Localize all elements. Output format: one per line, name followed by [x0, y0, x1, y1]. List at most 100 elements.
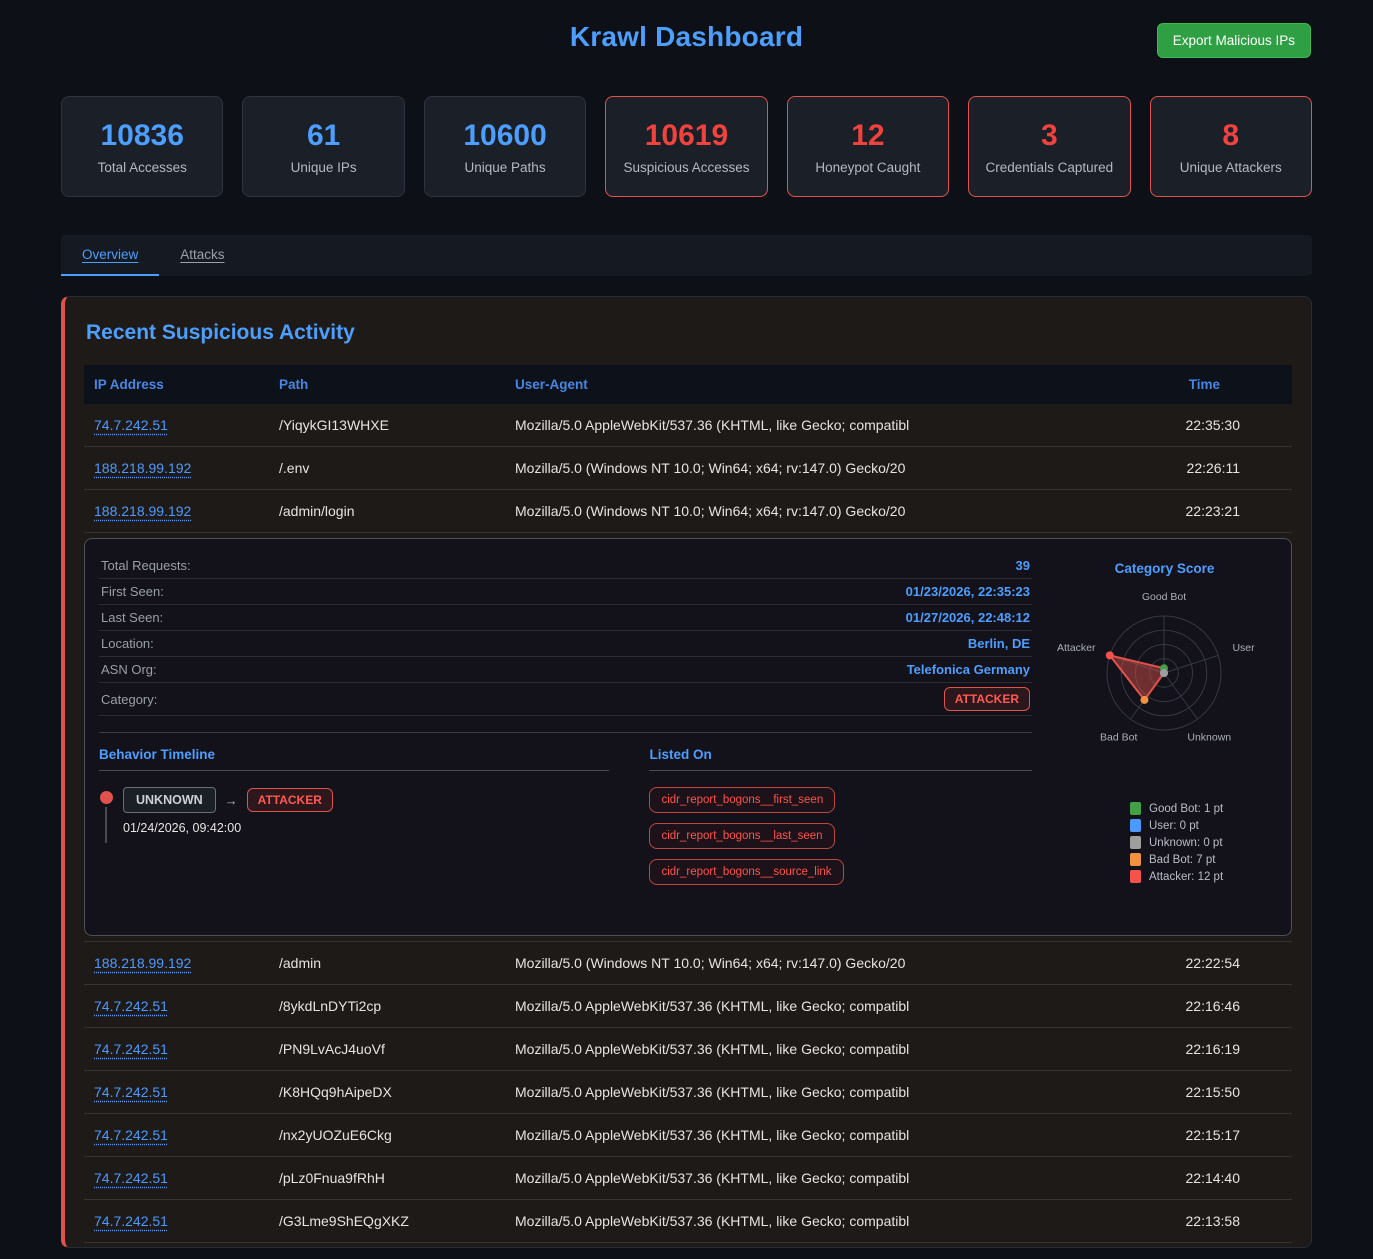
user-agent-cell: Mozilla/5.0 AppleWebKit/537.36 (KHTML, l…	[505, 1028, 1142, 1070]
legend-swatch-icon	[1130, 836, 1141, 849]
timeline-to-badge: ATTACKER	[247, 788, 333, 812]
ip-address-link[interactable]: 74.7.242.51	[94, 1213, 168, 1229]
detail-field-row: Total Requests: 39	[99, 553, 1032, 579]
ip-address-link[interactable]: 188.218.99.192	[94, 503, 191, 519]
legend-label: Unknown: 0 pt	[1149, 837, 1223, 849]
ip-address-link[interactable]: 74.7.242.51	[94, 998, 168, 1014]
time-cell: 22:23:21	[1142, 490, 1292, 532]
ip-address-link[interactable]: 74.7.242.51	[94, 417, 168, 433]
listed-on-badge[interactable]: cidr_report_bogons__first_seen	[649, 787, 835, 813]
detail-field-label: Last Seen:	[101, 610, 163, 625]
path-cell: /pLz0Fnua9fRhH	[269, 1157, 505, 1199]
path-cell: /admin	[269, 942, 505, 984]
listed-on-badge[interactable]: cidr_report_bogons__source_link	[649, 859, 843, 885]
divider	[649, 770, 1032, 771]
table-row[interactable]: 74.7.242.51 /pLz0Fnua9fRhH Mozilla/5.0 A…	[84, 1157, 1292, 1200]
timeline-from-badge: UNKNOWN	[123, 787, 216, 813]
legend-swatch-icon	[1130, 802, 1141, 815]
stats-row: 10836 Total Accesses 61 Unique IPs 10600…	[61, 96, 1312, 197]
user-agent-cell: Mozilla/5.0 AppleWebKit/537.36 (KHTML, l…	[505, 1071, 1142, 1113]
table-row[interactable]: 74.7.242.51 /nx2yUOZuE6Ckg Mozilla/5.0 A…	[84, 1114, 1292, 1157]
time-cell: 22:16:46	[1142, 985, 1292, 1027]
detail-field-label: ASN Org:	[101, 662, 157, 677]
ip-address-link[interactable]: 74.7.242.51	[94, 1127, 168, 1143]
detail-field-row: First Seen: 01/23/2026, 22:35:23	[99, 579, 1032, 605]
category-badge: ATTACKER	[944, 687, 1030, 711]
table-row[interactable]: 74.7.242.51 /K8HQq9hAipeDX Mozilla/5.0 A…	[84, 1071, 1292, 1114]
table-row[interactable]: 74.7.242.51 /PN9LvAcJ4uoVf Mozilla/5.0 A…	[84, 1028, 1292, 1071]
detail-field-label: Location:	[101, 636, 154, 651]
column-header-1: Path	[269, 365, 505, 404]
legend-label: Bad Bot: 7 pt	[1149, 854, 1216, 866]
table-row[interactable]: 74.7.242.51 /8ykdLnDYTi2cp Mozilla/5.0 A…	[84, 985, 1292, 1028]
export-malicious-ips-button[interactable]: Export Malicious IPs	[1157, 23, 1311, 58]
detail-field-row: Last Seen: 01/27/2026, 22:48:12	[99, 605, 1032, 631]
time-cell: 22:15:50	[1142, 1071, 1292, 1113]
category-score-radar-chart: Good BotUserUnknownBad BotAttacker	[1052, 576, 1277, 778]
detail-field-value: 01/27/2026, 22:48:12	[906, 610, 1030, 625]
stat-value: 10619	[645, 119, 728, 153]
detail-field-row: Location: Berlin, DE	[99, 631, 1032, 657]
table-row[interactable]: 74.7.242.51 /YiqykGI13WHXE Mozilla/5.0 A…	[84, 404, 1292, 447]
tab-overview[interactable]: Overview	[61, 235, 159, 276]
listed-on-badge[interactable]: cidr_report_bogons__last_seen	[649, 823, 834, 849]
legend-item: Attacker: 12 pt	[1130, 870, 1223, 883]
ip-address-link[interactable]: 74.7.242.51	[94, 1170, 168, 1186]
timeline-line	[105, 807, 107, 843]
stat-value: 8	[1222, 119, 1239, 153]
tab-bar: OverviewAttacks	[61, 235, 1312, 276]
arrow-right-icon: →	[225, 793, 238, 808]
ip-address-link[interactable]: 188.218.99.192	[94, 955, 191, 971]
detail-field-label: Total Requests:	[101, 558, 191, 573]
suspicious-activity-table: IP AddressPathUser-AgentTime 74.7.242.51…	[84, 365, 1292, 1243]
stat-value: 61	[307, 119, 340, 153]
user-agent-cell: Mozilla/5.0 (Windows NT 10.0; Win64; x64…	[505, 942, 1142, 984]
stat-card-3: 10619 Suspicious Accesses	[605, 96, 767, 197]
path-cell: /G3Lme9ShEQgXKZ	[269, 1200, 505, 1242]
table-row[interactable]: 188.218.99.192 /.env Mozilla/5.0 (Window…	[84, 447, 1292, 490]
user-agent-cell: Mozilla/5.0 AppleWebKit/537.36 (KHTML, l…	[505, 1200, 1142, 1242]
divider	[99, 770, 609, 771]
time-cell: 22:16:19	[1142, 1028, 1292, 1070]
legend-item: Unknown: 0 pt	[1130, 836, 1223, 849]
listed-on-section: Listed On cidr_report_bogons__first_seen…	[649, 747, 1032, 885]
detail-field-label: First Seen:	[101, 584, 164, 599]
time-cell: 22:13:58	[1142, 1200, 1292, 1242]
time-cell: 22:15:17	[1142, 1114, 1292, 1156]
detail-field-value: Telefonica Germany	[907, 662, 1030, 677]
timeline-marker	[99, 787, 113, 843]
user-agent-cell: Mozilla/5.0 AppleWebKit/537.36 (KHTML, l…	[505, 1157, 1142, 1199]
ip-address-link[interactable]: 74.7.242.51	[94, 1084, 168, 1100]
path-cell: /PN9LvAcJ4uoVf	[269, 1028, 505, 1070]
table-row[interactable]: 74.7.242.51 /G3Lme9ShEQgXKZ Mozilla/5.0 …	[84, 1200, 1292, 1243]
stat-value: 10600	[463, 119, 546, 153]
legend-item: Good Bot: 1 pt	[1130, 802, 1223, 815]
svg-text:Bad Bot: Bad Bot	[1100, 731, 1137, 743]
svg-text:User: User	[1232, 642, 1255, 654]
stat-label: Total Accesses	[98, 160, 187, 175]
time-cell: 22:26:11	[1142, 447, 1292, 489]
top-bar: Krawl Dashboard Export Malicious IPs	[0, 0, 1373, 74]
path-cell: /nx2yUOZuE6Ckg	[269, 1114, 505, 1156]
table-row[interactable]: 188.218.99.192 /admin/login Mozilla/5.0 …	[84, 490, 1292, 533]
table-row[interactable]: 188.218.99.192 /admin Mozilla/5.0 (Windo…	[84, 942, 1292, 985]
legend-label: User: 0 pt	[1149, 820, 1199, 832]
stat-value: 3	[1041, 119, 1058, 153]
behavior-timeline-title: Behavior Timeline	[99, 747, 609, 762]
listed-on-title: Listed On	[649, 747, 1032, 762]
section-title: Recent Suspicious Activity	[86, 321, 1292, 345]
stat-card-0: 10836 Total Accesses	[61, 96, 223, 197]
category-score-section: Category Score Good BotUserUnknownBad Bo…	[1052, 553, 1277, 921]
time-cell: 22:14:40	[1142, 1157, 1292, 1199]
ip-address-link[interactable]: 188.218.99.192	[94, 460, 191, 476]
legend-item: User: 0 pt	[1130, 819, 1223, 832]
stat-card-2: 10600 Unique Paths	[424, 96, 586, 197]
radar-chart-title: Category Score	[1115, 561, 1215, 576]
legend-label: Attacker: 12 pt	[1149, 871, 1223, 883]
ip-address-link[interactable]: 74.7.242.51	[94, 1041, 168, 1057]
stat-label: Suspicious Accesses	[623, 160, 749, 175]
stat-card-6: 8 Unique Attackers	[1150, 96, 1312, 197]
legend-swatch-icon	[1130, 870, 1141, 883]
tab-attacks[interactable]: Attacks	[159, 235, 245, 276]
detail-field-value: Berlin, DE	[968, 636, 1030, 651]
